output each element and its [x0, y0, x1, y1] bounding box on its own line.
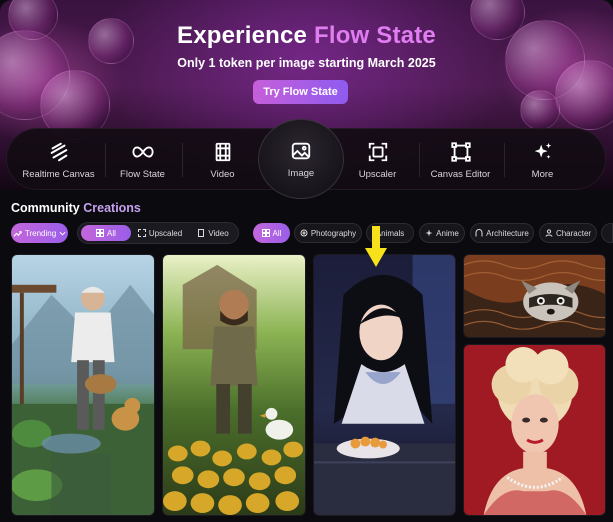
filter-label: Anime [436, 228, 459, 238]
arrow-down-icon [365, 226, 387, 267]
gallery-card[interactable] [162, 254, 306, 516]
tool-label: More [531, 168, 554, 180]
upscale-icon [137, 229, 146, 237]
divider [182, 143, 183, 177]
hero-title-accent: Flow State [313, 22, 436, 49]
film-icon [215, 142, 230, 161]
gallery-image [464, 345, 605, 515]
tool-canvas-editor[interactable]: Canvas Editor [423, 129, 498, 191]
tool-more[interactable]: More [505, 129, 580, 191]
infinity-icon [131, 145, 154, 158]
tool-upscaler[interactable]: Upscaler [340, 129, 415, 191]
gallery-image [12, 255, 154, 515]
crop-frame-icon [450, 141, 471, 162]
gallery-image [163, 255, 305, 515]
hero-title: Experience Flow State [0, 22, 613, 50]
hero-subtitle: Only 1 token per image starting March 20… [177, 56, 436, 70]
person-icon [545, 229, 553, 237]
tool-label: Realtime Canvas [22, 168, 95, 180]
title-creations: Creations [83, 201, 141, 215]
tool-flow-state[interactable]: Flow State [105, 129, 180, 191]
grid-icon [261, 229, 270, 237]
sort-dropdown[interactable]: Trending [11, 223, 68, 243]
type-filter-upscaled[interactable]: Upscaled [134, 225, 186, 241]
category-filter-anime[interactable]: Anime [419, 223, 465, 243]
tool-label: Canvas Editor [430, 168, 491, 180]
category-filter-character[interactable]: Character [539, 223, 597, 243]
hero-title-main: Experience [177, 22, 308, 49]
sparkles-icon [534, 142, 551, 159]
title-community: Community [11, 201, 80, 215]
decorative-bubble [555, 60, 613, 130]
category-filter-all[interactable]: All [253, 223, 290, 243]
gallery-card[interactable] [463, 344, 606, 516]
filter-label: All [107, 228, 116, 238]
camera-icon [300, 229, 308, 237]
filter-label: Upscaled [148, 228, 183, 238]
decorative-bubble [520, 90, 560, 130]
film-icon [198, 229, 205, 237]
category-filter-photography[interactable]: Photography [294, 223, 362, 243]
filter-label: Video [208, 228, 229, 238]
divider [419, 143, 420, 177]
trending-icon [13, 230, 22, 237]
chevron-down-icon [59, 231, 66, 236]
community-creations-title: Community Creations [11, 201, 141, 215]
try-flow-state-button[interactable]: Try Flow State [253, 80, 348, 104]
sparkle-icon [425, 229, 433, 237]
upscale-icon [368, 142, 387, 161]
tools-bar: Realtime Canvas Flow State Video Image U… [6, 119, 606, 199]
tool-label: Image [287, 167, 315, 179]
tool-image[interactable]: Image [258, 119, 344, 199]
tool-realtime-canvas[interactable]: Realtime Canvas [21, 129, 96, 191]
filter-label: Architecture [486, 228, 529, 238]
category-filter-architecture[interactable]: Architecture [470, 223, 534, 243]
type-filter-all[interactable]: All [81, 225, 131, 241]
building-icon [475, 229, 483, 237]
sort-label: Trending [24, 228, 57, 238]
grid-icon [96, 229, 105, 237]
gallery-image [464, 255, 605, 337]
tool-video[interactable]: Video [185, 129, 260, 191]
scribble-icon [50, 142, 67, 161]
gallery-card[interactable] [313, 254, 456, 516]
gallery-card[interactable] [11, 254, 155, 516]
filter-label: Photography [310, 228, 357, 238]
gallery-card[interactable] [463, 254, 606, 338]
gallery-image [314, 255, 455, 515]
category-filter-overflow[interactable] [601, 223, 613, 243]
tool-label: Upscaler [358, 168, 397, 180]
filter-label: All [272, 228, 282, 238]
filter-label: Character [555, 228, 592, 238]
type-filter-video[interactable]: Video [190, 225, 236, 241]
image-icon [291, 142, 311, 159]
tool-label: Video [210, 168, 235, 180]
tool-label: Flow State [120, 168, 165, 180]
